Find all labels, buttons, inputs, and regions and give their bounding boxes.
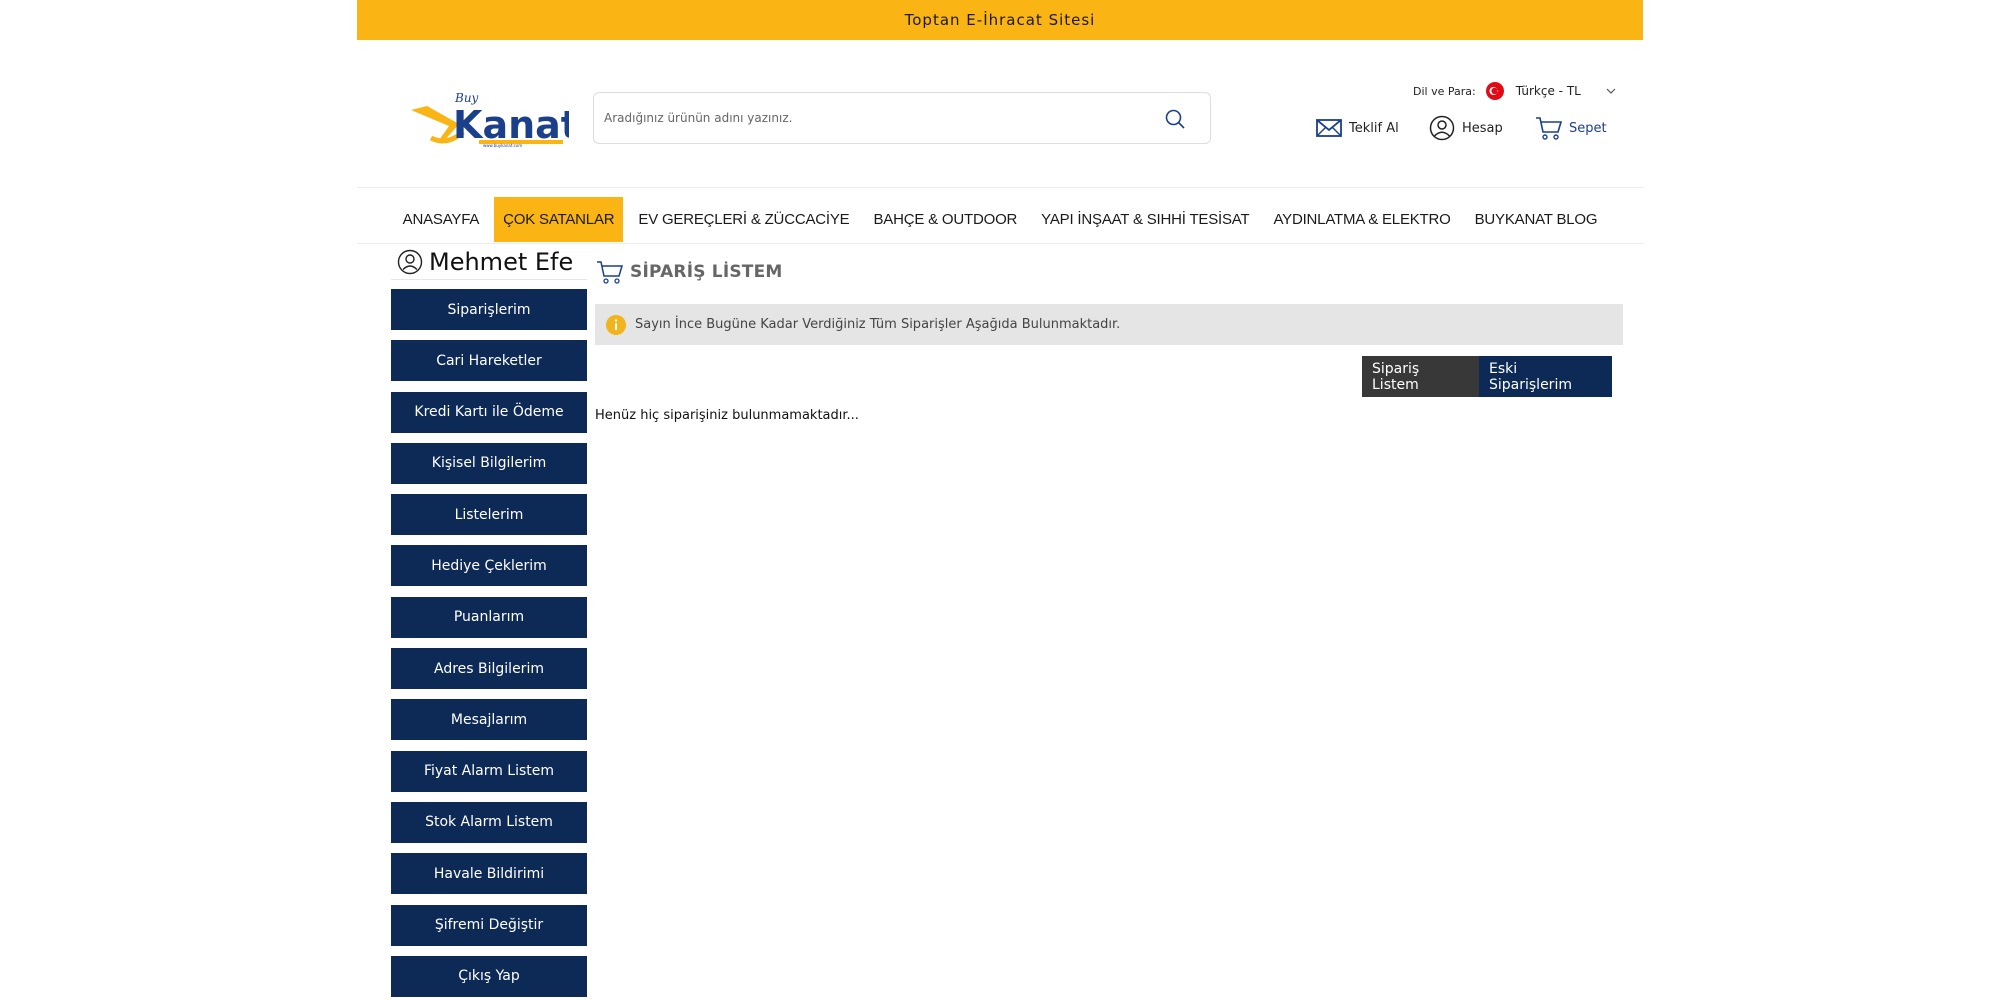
search-icon[interactable] bbox=[1164, 108, 1186, 130]
sidebar-item-addresses[interactable]: Adres Bilgilerim bbox=[391, 648, 587, 690]
tab-order-list[interactable]: Sipariş Listem bbox=[1362, 356, 1479, 397]
search-input[interactable] bbox=[604, 106, 1144, 130]
site-logo[interactable]: Buy Kanat www.buykanat.com bbox=[409, 88, 579, 148]
top-banner-text: Toptan E-İhracat Sitesi bbox=[904, 11, 1096, 29]
sidebar-item-credit-card-payment[interactable]: Kredi Kartı ile Ödeme bbox=[391, 391, 587, 433]
sidebar-item-change-password[interactable]: Şifremi Değiştir bbox=[391, 904, 587, 946]
cart-icon bbox=[597, 261, 624, 284]
nav-item-home-goods[interactable]: EV GEREÇLERİ & ZÜCCACİYE bbox=[629, 197, 858, 242]
info-alert-text: Sayın İnce Bugüne Kadar Verdiğiniz Tüm S… bbox=[635, 317, 1121, 332]
sidebar-item-wire-notice[interactable]: Havale Bildirimi bbox=[391, 853, 587, 895]
chevron-down-icon bbox=[1606, 88, 1616, 94]
language-currency-selector[interactable]: Dil ve Para: Türkçe - TL bbox=[1413, 80, 1617, 102]
tab-old-orders[interactable]: Eski Siparişlerim bbox=[1479, 356, 1612, 397]
offer-label: Teklif Al bbox=[1349, 120, 1399, 136]
main-nav: ANASAYFA ÇOK SATANLAR EV GEREÇLERİ & ZÜC… bbox=[357, 197, 1643, 242]
nav-item-garden-outdoor[interactable]: BAHÇE & OUTDOOR bbox=[864, 197, 1026, 242]
sidebar-item-orders[interactable]: Siparişlerim bbox=[391, 289, 587, 330]
account-sidebar: Siparişlerim Cari Hareketler Kredi Kartı… bbox=[391, 289, 587, 1000]
user-name: Mehmet Efe bbox=[429, 247, 574, 276]
cart-link[interactable]: Sepet bbox=[1535, 114, 1607, 142]
page: Toptan E-İhracat Sitesi Buy Kanat www.bu… bbox=[357, 0, 1643, 1000]
sidebar-item-price-alarms[interactable]: Fiyat Alarm Listem bbox=[391, 750, 587, 792]
order-tabs: Sipariş Listem Eski Siparişlerim bbox=[1362, 356, 1612, 397]
user-header: Mehmet Efe bbox=[391, 244, 587, 280]
user-icon bbox=[1429, 115, 1455, 141]
envelope-icon bbox=[1316, 119, 1342, 137]
sidebar-item-lists[interactable]: Listelerim bbox=[391, 494, 587, 536]
cart-icon bbox=[1536, 117, 1563, 140]
header-divider bbox=[357, 187, 1643, 188]
sidebar-item-points[interactable]: Puanlarım bbox=[391, 596, 587, 638]
turkey-flag-icon bbox=[1485, 82, 1504, 100]
logo-icon: Buy Kanat www.buykanat.com bbox=[411, 91, 579, 148]
offer-link[interactable]: Teklif Al bbox=[1315, 114, 1399, 142]
info-alert: Sayın İnce Bugüne Kadar Verdiğiniz Tüm S… bbox=[595, 304, 1623, 345]
sidebar-item-account-transactions[interactable]: Cari Hareketler bbox=[391, 340, 587, 382]
empty-orders-message: Henüz hiç siparişiniz bulunmamaktadır... bbox=[595, 408, 859, 423]
nav-item-best-sellers[interactable]: ÇOK SATANLAR bbox=[494, 197, 624, 242]
page-title: SİPARİŞ LİSTEM bbox=[596, 258, 783, 286]
sidebar-item-stock-alarms[interactable]: Stok Alarm Listem bbox=[391, 801, 587, 843]
language-value: Türkçe - TL bbox=[1515, 84, 1581, 98]
info-icon bbox=[606, 314, 626, 335]
nav-item-lighting-electro[interactable]: AYDINLATMA & ELEKTRO bbox=[1264, 197, 1459, 242]
page-title-text: SİPARİŞ LİSTEM bbox=[630, 262, 783, 282]
sidebar-item-logout[interactable]: Çıkış Yap bbox=[391, 955, 587, 997]
top-banner: Toptan E-İhracat Sitesi bbox=[357, 0, 1643, 40]
nav-item-blog[interactable]: BUYKANAT BLOG bbox=[1466, 197, 1607, 242]
sidebar-item-personal-info[interactable]: Kişisel Bilgilerim bbox=[391, 442, 587, 484]
sidebar-item-gift-cards[interactable]: Hediye Çeklerim bbox=[391, 545, 587, 587]
user-icon bbox=[397, 249, 423, 274]
nav-item-home[interactable]: ANASAYFA bbox=[394, 197, 488, 242]
language-label: Dil ve Para: bbox=[1413, 84, 1476, 98]
account-label: Hesap bbox=[1462, 120, 1503, 136]
account-link[interactable]: Hesap bbox=[1428, 114, 1503, 142]
svg-text:www.buykanat.com: www.buykanat.com bbox=[483, 143, 522, 148]
search-box bbox=[593, 92, 1211, 144]
nav-item-construction-plumbing[interactable]: YAPI İNŞAAT & SIHHİ TESİSAT bbox=[1032, 197, 1258, 242]
cart-label: Sepet bbox=[1569, 120, 1607, 136]
sidebar-item-messages[interactable]: Mesajlarım bbox=[391, 699, 587, 741]
